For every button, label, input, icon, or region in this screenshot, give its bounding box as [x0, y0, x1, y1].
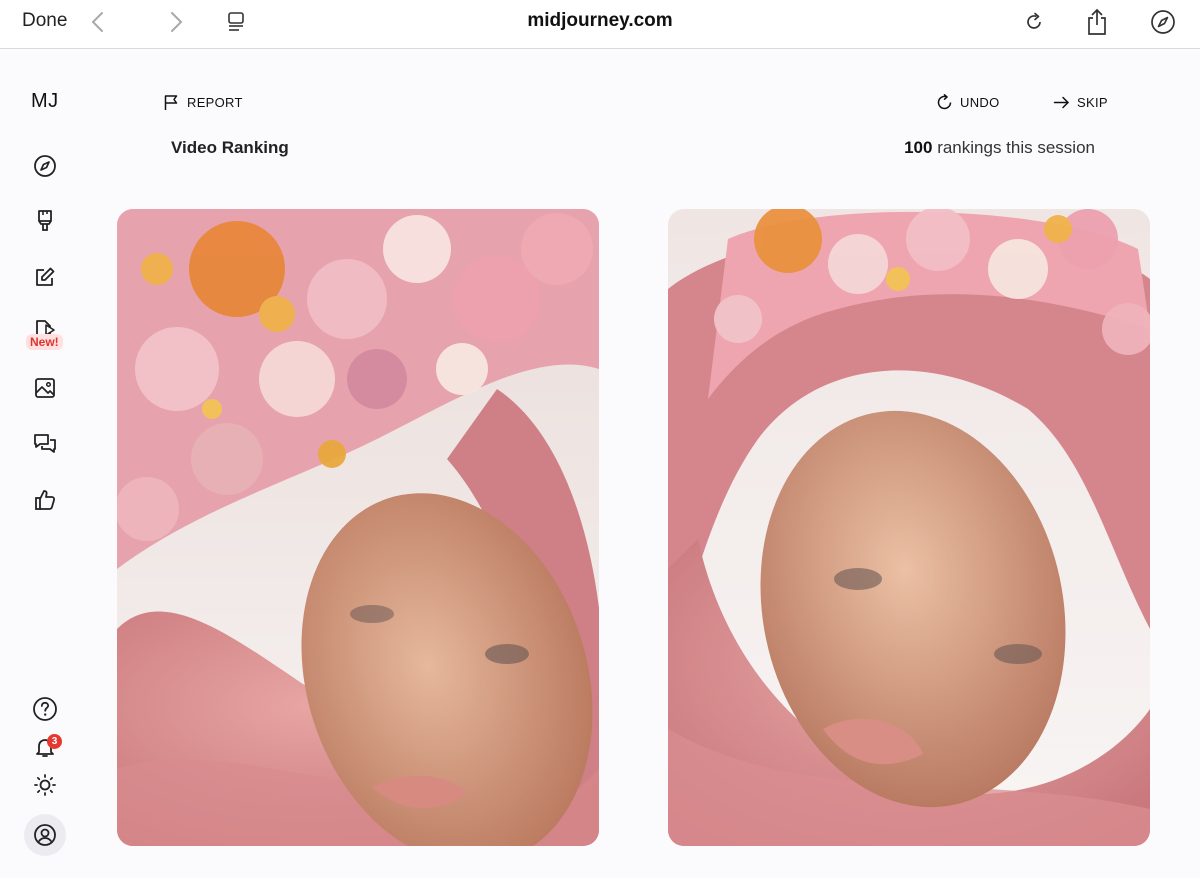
explore-icon[interactable] [30, 151, 60, 181]
video-option-right[interactable] [668, 209, 1150, 846]
help-icon[interactable] [30, 694, 60, 724]
compass-icon[interactable] [1149, 8, 1177, 36]
report-label: REPORT [187, 95, 243, 110]
portrait-image [117, 209, 599, 846]
session-counter: 100 rankings this session [904, 138, 1095, 158]
report-button[interactable]: REPORT [163, 94, 243, 111]
profile-button[interactable] [24, 814, 66, 856]
image-icon[interactable] [30, 373, 60, 403]
brush-icon[interactable] [30, 206, 60, 236]
session-count: 100 [904, 138, 933, 157]
undo-icon [937, 94, 952, 110]
new-badge: New! [26, 334, 63, 350]
undo-label: UNDO [960, 95, 1000, 110]
page-title: Video Ranking [171, 138, 289, 157]
browser-toolbar: Done midjourney.com [0, 0, 1200, 49]
thumbs-up-icon[interactable] [30, 485, 60, 515]
undo-button[interactable]: UNDO [936, 94, 999, 111]
mj-logo[interactable]: MJ [31, 90, 59, 113]
edit-icon[interactable] [30, 262, 60, 292]
profile-icon [34, 824, 56, 846]
portrait-image [668, 209, 1150, 846]
chat-icon[interactable] [30, 429, 60, 459]
skip-label: SKIP [1077, 95, 1108, 110]
flag-icon [164, 95, 178, 110]
share-icon[interactable] [1083, 8, 1111, 36]
sun-icon[interactable] [30, 770, 60, 800]
arrow-right-icon [1053, 96, 1069, 109]
sidebar: MJ New! 3 [0, 49, 90, 878]
session-label: rankings this session [937, 138, 1095, 157]
notification-count-badge: 3 [47, 734, 62, 749]
video-option-left[interactable] [117, 209, 599, 846]
skip-button[interactable]: SKIP [1053, 94, 1108, 111]
reload-icon[interactable] [1020, 8, 1048, 36]
